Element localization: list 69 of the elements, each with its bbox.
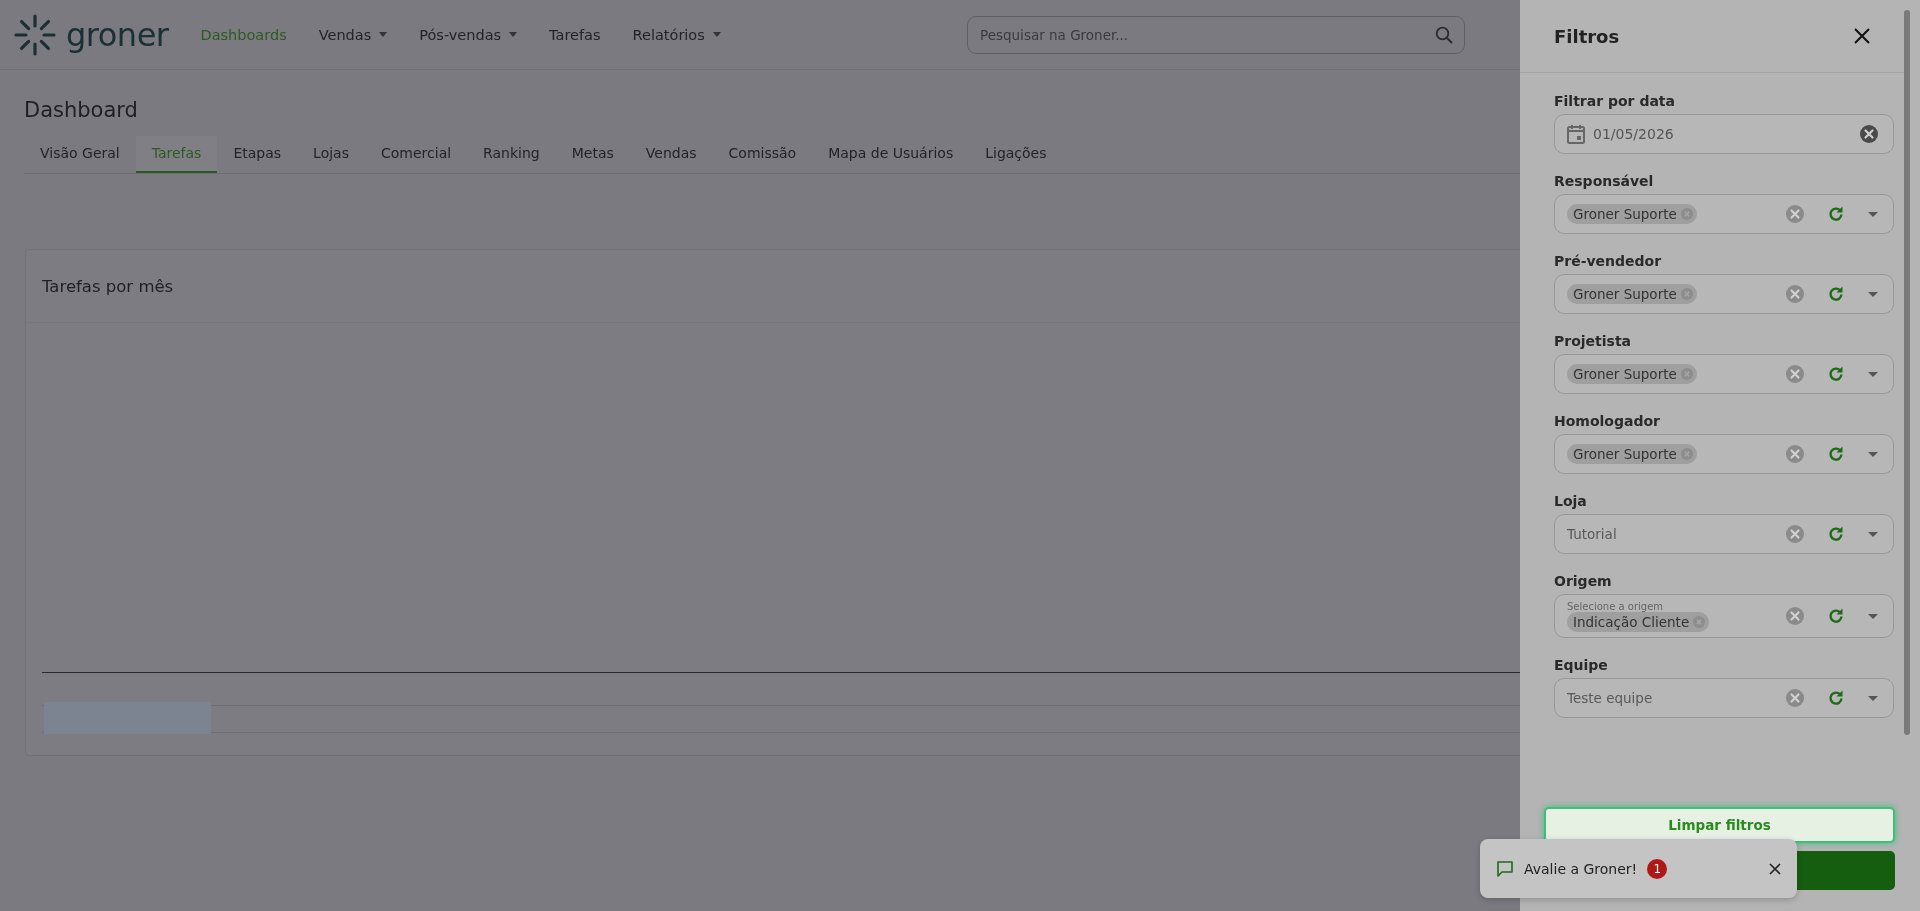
refresh-icon[interactable] — [1826, 284, 1846, 304]
refresh-icon[interactable] — [1826, 606, 1846, 626]
selected-chip[interactable]: Groner Suporte — [1567, 204, 1697, 224]
caret-icon[interactable] — [379, 32, 388, 37]
scrollbar[interactable] — [1904, 10, 1910, 735]
clear-filters-button[interactable]: Limpar filtros — [1544, 807, 1895, 843]
floating-label: Selecione a origem — [1567, 600, 1665, 612]
caret-icon[interactable] — [712, 32, 721, 37]
nav-item[interactable]: Pós-vendas — [419, 26, 518, 43]
refresh-icon[interactable] — [1826, 524, 1846, 544]
tab[interactable]: Lojas — [297, 136, 365, 173]
selected-chip[interactable]: Groner Suporte — [1567, 284, 1697, 304]
search-field[interactable]: Pesquisar na Groner... — [967, 15, 1465, 54]
calendar-icon — [1567, 124, 1585, 144]
search-icon[interactable] — [1435, 25, 1453, 44]
caret-icon[interactable] — [1867, 370, 1879, 378]
caret-icon[interactable] — [1867, 694, 1879, 702]
nav-item[interactable]: Tarefas — [549, 26, 601, 43]
nav-item[interactable]: Relatórios — [632, 26, 721, 43]
tab[interactable]: Mapa de Usuários — [812, 136, 970, 173]
caret-icon[interactable] — [1867, 290, 1879, 298]
logo-text: groner — [66, 15, 169, 54]
zoom-slider[interactable] — [42, 705, 1520, 733]
date-field[interactable]: 01/05/2026 — [1554, 114, 1894, 154]
caret-icon[interactable] — [1867, 450, 1879, 458]
field-label: Responsável — [1554, 173, 1655, 189]
close-button[interactable] — [1854, 28, 1870, 44]
field-label: Homologador — [1554, 413, 1661, 429]
page-title: Dashboard — [24, 98, 138, 122]
field-label: Filtrar por data — [1554, 93, 1676, 109]
close-button[interactable] — [1769, 862, 1781, 875]
field-label: Pré-vendedor — [1554, 253, 1663, 269]
placeholder-text: Teste equipe — [1567, 690, 1654, 706]
field-label: Projetista — [1554, 333, 1633, 349]
tab[interactable]: Comercial — [365, 136, 468, 173]
refresh-icon[interactable] — [1826, 364, 1846, 384]
tab[interactable]: Visão Geral — [24, 136, 136, 173]
selected-chip[interactable]: Groner Suporte — [1567, 364, 1697, 384]
caret-icon[interactable] — [509, 32, 518, 37]
caret-icon[interactable] — [1867, 530, 1879, 538]
field-label: Origem — [1554, 573, 1613, 589]
tab[interactable]: Tarefas — [135, 136, 218, 173]
nav-item[interactable]: Dashboards — [200, 26, 287, 43]
tab[interactable]: Etapas — [217, 136, 298, 173]
tab[interactable]: Metas — [555, 136, 630, 173]
zoom-slider-handle[interactable] — [44, 702, 211, 734]
selected-chip[interactable]: Indicação Cliente — [1567, 611, 1710, 632]
tab[interactable]: Ligações — [969, 136, 1063, 173]
refresh-icon[interactable] — [1826, 688, 1846, 708]
select-field[interactable]: Teste equipe — [1554, 678, 1894, 718]
chat-icon — [1496, 859, 1514, 878]
refresh-icon[interactable] — [1826, 444, 1846, 464]
selected-chip[interactable]: Groner Suporte — [1567, 444, 1697, 464]
card-title: Tarefas por mês — [42, 276, 174, 296]
refresh-icon[interactable] — [1826, 204, 1846, 224]
tab[interactable]: Comissão — [712, 136, 813, 173]
tab[interactable]: Vendas — [629, 136, 713, 173]
select-field[interactable]: Tutorial — [1554, 514, 1894, 554]
clear-icon[interactable] — [1859, 124, 1879, 144]
field-label: Loja — [1554, 493, 1588, 509]
caret-icon[interactable] — [1867, 210, 1879, 218]
panel-title: Filtros — [1554, 25, 1620, 47]
field-label: Equipe — [1554, 657, 1609, 673]
placeholder-text: Tutorial — [1567, 526, 1618, 542]
toast-text[interactable]: Avalie a Groner! — [1524, 860, 1638, 877]
notification-badge: 1 — [1647, 858, 1668, 879]
tab[interactable]: Ranking — [467, 136, 556, 173]
caret-icon[interactable] — [1867, 612, 1879, 620]
nav-item[interactable]: Vendas — [318, 26, 388, 43]
